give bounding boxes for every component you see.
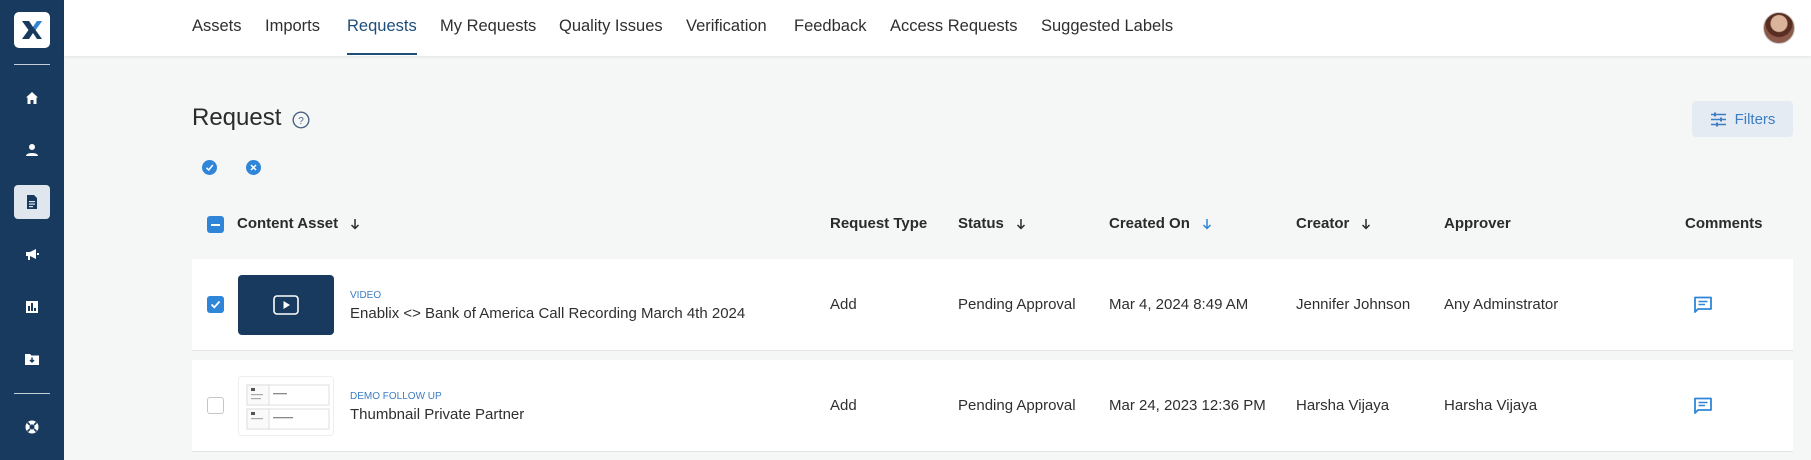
user-icon [26, 144, 38, 156]
sidebar-item-requests[interactable] [14, 185, 50, 219]
row-checkbox[interactable] [207, 296, 224, 313]
tab-feedback[interactable]: Feedback [794, 0, 866, 56]
column-header-label: Creator [1296, 215, 1350, 232]
column-header-approver: Approver [1444, 215, 1511, 232]
approver-cell: Harsha Vijaya [1444, 397, 1538, 414]
app-logo[interactable] [14, 12, 50, 48]
filter-sliders-icon [1710, 112, 1726, 126]
sidebar-item-imports[interactable] [14, 342, 50, 376]
tab-imports[interactable]: Imports [265, 0, 320, 56]
asset-type-label: Demo Follow Up [350, 391, 442, 402]
asset-type-label: Video [350, 290, 382, 301]
comment-icon[interactable] [1693, 397, 1713, 415]
sort-arrow-down-icon[interactable] [350, 218, 360, 230]
table-row[interactable]: Demo Follow Up Thumbnail Private Partner… [192, 360, 1793, 452]
enablix-logo-icon [22, 21, 42, 39]
sidebar-divider [14, 393, 50, 394]
sort-arrow-down-icon[interactable] [1202, 218, 1212, 230]
row-checkbox[interactable] [207, 397, 224, 414]
column-header-comments: Comments [1685, 215, 1763, 232]
comment-icon[interactable] [1693, 296, 1713, 314]
approver-cell: Any Adminstrator [1444, 296, 1559, 313]
sidebar [0, 0, 64, 460]
play-video-icon [273, 295, 299, 315]
close-icon [250, 164, 257, 171]
tab-suggested-labels[interactable]: Suggested Labels [1041, 0, 1173, 56]
help-icon[interactable]: ? [292, 111, 310, 129]
column-header-creator[interactable]: Creator [1296, 215, 1371, 232]
select-all-checkbox[interactable] [207, 216, 224, 233]
tab-access-requests[interactable]: Access Requests [890, 0, 1017, 56]
column-header-label: Status [958, 215, 1004, 232]
page-title: Request [192, 104, 282, 131]
tab-my-requests[interactable]: My Requests [440, 0, 536, 56]
column-header-label: Content Asset [237, 215, 339, 232]
document-preview-icon [246, 384, 330, 430]
creator-cell: Jennifer Johnson [1296, 296, 1411, 313]
column-header-status[interactable]: Status [958, 215, 1026, 232]
filters-label: Filters [1734, 110, 1776, 128]
check-icon [210, 300, 221, 309]
asset-name-link[interactable]: Enablix <> Bank of America Call Recordin… [350, 305, 745, 322]
status-cell: Pending Approval [958, 296, 1076, 313]
sidebar-item-analytics[interactable] [14, 290, 50, 324]
column-header-label: Comments [1685, 215, 1763, 232]
column-header-request-type: Request Type [830, 215, 927, 232]
asset-name-link[interactable]: Thumbnail Private Partner [350, 406, 524, 423]
request-type-cell: Add [830, 296, 857, 313]
created-on-cell: Mar 24, 2023 12:36 PM [1109, 397, 1266, 414]
support-icon [25, 420, 39, 434]
bar-chart-icon [26, 301, 38, 313]
column-header-label: Approver [1444, 215, 1511, 232]
sidebar-item-campaigns[interactable] [14, 237, 50, 271]
check-icon [205, 164, 214, 172]
tab-assets[interactable]: Assets [192, 0, 242, 56]
created-on-cell: Mar 4, 2024 8:49 AM [1109, 296, 1249, 313]
status-cell: Pending Approval [958, 397, 1076, 414]
column-header-content-asset[interactable]: Content Asset [237, 215, 360, 232]
document-icon [27, 195, 37, 209]
tab-requests[interactable]: Requests [347, 0, 417, 56]
sidebar-item-support[interactable] [14, 410, 50, 444]
sort-arrow-down-icon[interactable] [1361, 218, 1371, 230]
tab-verification[interactable]: Verification [686, 0, 767, 56]
folder-download-icon [25, 354, 39, 365]
column-header-label: Request Type [830, 215, 928, 232]
sort-arrow-down-icon[interactable] [1016, 218, 1026, 230]
tab-quality-issues[interactable]: Quality Issues [559, 0, 663, 56]
reject-selected-button[interactable] [246, 160, 261, 175]
sidebar-item-users[interactable] [14, 133, 50, 167]
approve-selected-button[interactable] [202, 160, 217, 175]
table-row[interactable]: Video Enablix <> Bank of America Call Re… [192, 259, 1793, 351]
asset-thumbnail[interactable] [238, 275, 334, 335]
asset-thumbnail[interactable] [238, 376, 334, 436]
top-navigation: Assets Imports Requests My Requests Qual… [64, 0, 1811, 56]
sidebar-item-home[interactable] [14, 81, 50, 115]
column-header-created-on[interactable]: Created On [1109, 215, 1212, 232]
creator-cell: Harsha Vijaya [1296, 397, 1390, 414]
home-icon [26, 92, 38, 104]
megaphone-icon [26, 249, 39, 260]
column-header-label: Created On [1109, 215, 1190, 232]
sidebar-divider [14, 64, 50, 65]
user-avatar[interactable] [1763, 12, 1795, 44]
request-type-cell: Add [830, 397, 857, 414]
filters-button[interactable]: Filters [1692, 101, 1793, 137]
svg-text:?: ? [298, 116, 304, 127]
